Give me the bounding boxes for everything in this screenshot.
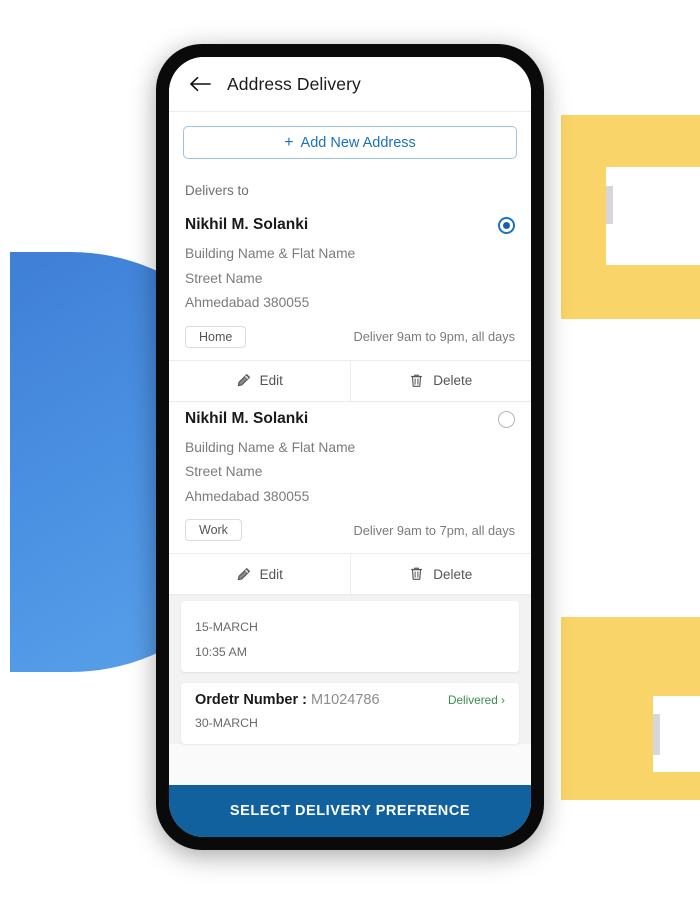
yellow-bracket-top-notch — [606, 167, 700, 265]
edit-address-button[interactable]: Edit — [169, 554, 350, 595]
order-header-row: Ordetr Number : M1023033 — [195, 601, 505, 612]
order-date: 15-MARCH — [195, 620, 258, 635]
address-delivery-window: Deliver 9am to 7pm, all days — [353, 522, 515, 538]
address-line-3: Ahmedabad 380055 — [185, 295, 310, 311]
address-line-2: Street Name — [185, 270, 263, 286]
order-date: 30-MARCH — [195, 716, 258, 731]
order-card[interactable]: Ordetr Number : M1024786 Delivered › 30-… — [181, 683, 519, 744]
delete-address-button[interactable]: Delete — [349, 360, 531, 401]
order-number-value: M1023033 — [311, 601, 380, 603]
address-meta-row: Home Deliver 9am to 9pm, all days — [185, 325, 515, 348]
address-card: Nikhil M. Solanki Building Name & Flat N… — [169, 401, 531, 596]
app-header: Address Delivery — [169, 57, 531, 112]
address-tag-chip: Home — [185, 325, 247, 348]
orders-section: Ordetr Number : M1023033 15-MARCH 10:35 … — [169, 595, 531, 744]
address-radio-selected[interactable] — [498, 217, 515, 234]
address-name: Nikhil M. Solanki — [185, 409, 309, 427]
yellow-bracket-top-decoration — [561, 115, 700, 319]
delete-label: Delete — [433, 373, 473, 389]
pencil-icon — [236, 567, 251, 582]
phone-screen: Address Delivery + Add New Address Deliv… — [169, 57, 531, 837]
trash-icon — [409, 566, 424, 582]
add-new-address-button[interactable]: + Add New Address — [183, 126, 517, 159]
phone-mockup-frame: Address Delivery + Add New Address Deliv… — [156, 44, 544, 850]
yellow-bracket-bottom-notch-bar — [653, 714, 660, 755]
order-number: Ordetr Number : M1023033 — [195, 601, 380, 603]
order-header-row: Ordetr Number : M1024786 Delivered › — [195, 692, 505, 708]
order-number-value: M1024786 — [311, 692, 380, 709]
order-card[interactable]: Ordetr Number : M1023033 15-MARCH 10:35 … — [181, 601, 519, 673]
page-title: Address Delivery — [227, 73, 361, 94]
screen-scroll-body[interactable]: + Add New Address Delivers to Nikhil M. … — [169, 112, 531, 785]
order-number: Ordetr Number : M1024786 — [195, 692, 380, 708]
address-line-1: Building Name & Flat Name — [185, 439, 356, 455]
yellow-bracket-bottom-decoration — [561, 617, 700, 800]
order-number-label: Ordetr Number : — [195, 692, 312, 709]
address-name: Nikhil M. Solanki — [185, 216, 309, 233]
edit-label: Edit — [259, 566, 283, 582]
address-card: Nikhil M. Solanki Building Name & Flat N… — [169, 208, 531, 402]
address-line-3: Ahmedabad 380055 — [185, 488, 310, 504]
edit-address-button[interactable]: Edit — [169, 360, 350, 401]
address-line-1: Building Name & Flat Name — [185, 246, 356, 261]
order-status-badge[interactable]: Delivered › — [448, 693, 505, 707]
add-new-address-label: Add New Address — [300, 134, 416, 151]
delivers-to-label: Delivers to — [169, 159, 531, 208]
delete-address-button[interactable]: Delete — [349, 554, 531, 595]
address-actions: Edit Delete — [169, 359, 531, 401]
trash-icon — [409, 373, 424, 389]
arrow-left-icon[interactable] — [189, 72, 213, 96]
address-details: Nikhil M. Solanki Building Name & Flat N… — [169, 208, 531, 360]
delete-label: Delete — [433, 566, 473, 582]
address-line-2: Street Name — [185, 464, 263, 480]
address-actions: Edit Delete — [169, 553, 531, 595]
address-radio-unselected[interactable] — [498, 410, 515, 428]
edit-label: Edit — [259, 373, 283, 389]
pencil-icon — [236, 373, 251, 388]
address-delivery-window: Deliver 9am to 9pm, all days — [353, 329, 515, 345]
add-address-container: + Add New Address — [169, 112, 531, 159]
yellow-bracket-bottom-notch — [653, 696, 700, 772]
order-time: 10:35 AM — [195, 644, 247, 659]
plus-icon: + — [284, 133, 294, 151]
address-details: Nikhil M. Solanki Building Name & Flat N… — [169, 402, 531, 554]
yellow-bracket-top-notch-bar — [606, 186, 613, 224]
select-delivery-preference-button[interactable]: SELECT DELIVERY PREFRENCE — [169, 785, 531, 837]
address-meta-row: Work Deliver 9am to 7pm, all days — [185, 519, 515, 542]
address-tag-chip: Work — [185, 519, 242, 542]
order-number-label: Ordetr Number : — [195, 601, 311, 603]
